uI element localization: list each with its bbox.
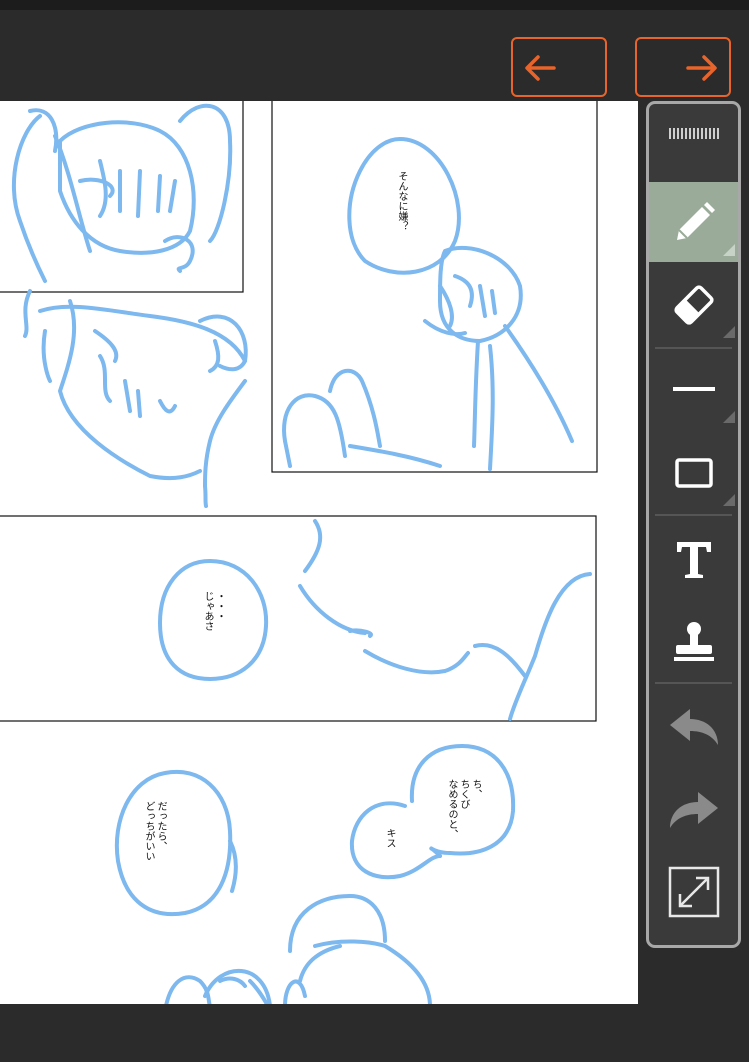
text-tool-button[interactable] [649,518,738,598]
speech-bubble-1-text: そんなに嫌？ [396,171,407,231]
speech-bubble-3-text: だったら、 どっちがいい [143,801,166,861]
rectangle-icon [675,458,713,488]
stamp-tool-button[interactable] [649,601,738,681]
next-page-button[interactable] [635,37,731,97]
grip-lines-icon [669,128,719,139]
tool-palette [646,101,741,948]
panel-frames [0,101,598,722]
submenu-indicator-icon [723,494,735,506]
redo-button[interactable] [649,770,738,850]
status-strip [0,0,749,10]
stamp-icon [674,622,714,661]
prev-page-button[interactable] [511,37,607,97]
speech-bubble-4-text: ち、 ちくび なめるのと、 [446,779,481,839]
speech-bubble-5-text: キス [384,828,395,848]
rectangle-tool-button[interactable] [649,432,738,512]
submenu-indicator-icon [723,244,735,256]
fullscreen-button[interactable] [649,852,738,932]
palette-divider [655,514,732,516]
pen-tool-button[interactable] [649,182,738,262]
pencil-icon [677,202,715,240]
eraser-icon [674,285,714,325]
eraser-tool-button[interactable] [649,264,738,344]
manga-page-art [0,101,598,1004]
redo-icon [670,792,718,828]
submenu-indicator-icon [723,411,735,423]
line-icon [673,387,715,391]
line-tool-button[interactable] [649,349,738,429]
submenu-indicator-icon [723,326,735,338]
arrow-left-icon [525,55,556,81]
arrow-right-icon [686,55,717,81]
undo-icon [670,709,718,745]
palette-drag-handle[interactable] [649,104,738,182]
palette-divider [655,682,732,684]
undo-button[interactable] [649,687,738,767]
top-toolbar [0,10,749,100]
text-icon [677,542,711,578]
speech-bubble-2-text: ・・・ じゃあさ [202,591,225,631]
expand-icon [668,866,720,918]
sketch-strokes [11,103,592,1004]
drawing-canvas[interactable]: そんなに嫌？ ・・・ じゃあさ だったら、 どっちがいい ち、 ちくび なめるの… [0,101,638,1004]
bottom-bar [0,1004,749,1062]
